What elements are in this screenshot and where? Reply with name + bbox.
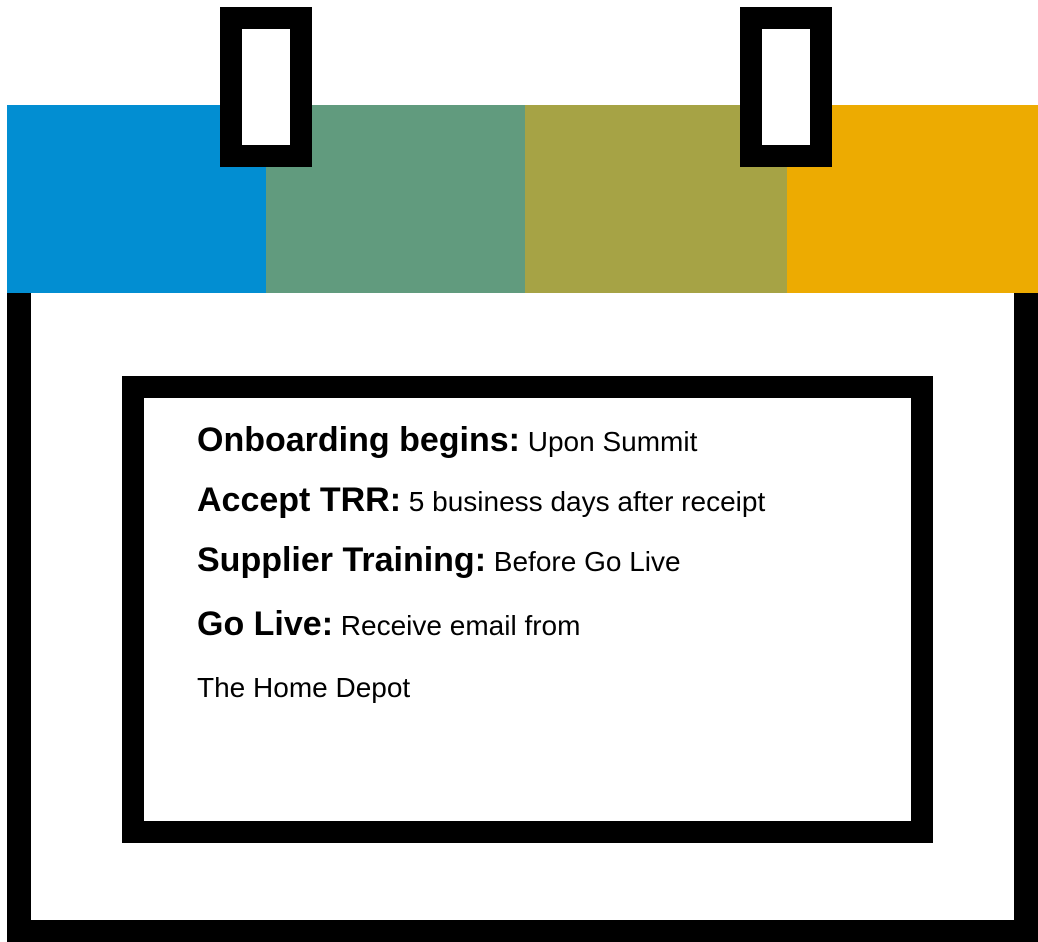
timeline-list: Onboarding begins: Upon Summit Accept TR… [197,416,897,704]
timeline-item-supplier-training: Supplier Training: Before Go Live [197,541,897,579]
timeline-item-accept-trr: Accept TRR: 5 business days after receip… [197,481,897,519]
timeline-item-value: Before Go Live [486,546,681,577]
timeline-item-value: The Home Depot [197,672,411,703]
timeline-item-go-live: Go Live: Receive email from [197,605,897,643]
timeline-item-value: Receive email from [333,610,581,641]
timeline-item-label: Accept TRR: [197,481,402,519]
timeline-item-onboarding: Onboarding begins: Upon Summit [197,421,897,459]
timeline-item-label: Onboarding begins: [197,421,520,459]
binder-ring-right [740,7,832,167]
timeline-item-label: Go Live: [197,605,334,643]
calendar-graphic: Onboarding begins: Upon Summit Accept TR… [0,0,1038,942]
timeline-item-home-depot: The Home Depot [197,672,897,704]
timeline-item-value: Upon Summit [519,426,698,457]
binder-ring-left [220,7,312,167]
timeline-item-value: 5 business days after receipt [401,486,766,517]
timeline-info-box: Onboarding begins: Upon Summit Accept TR… [122,376,933,843]
timeline-item-label: Supplier Training: [197,541,487,579]
